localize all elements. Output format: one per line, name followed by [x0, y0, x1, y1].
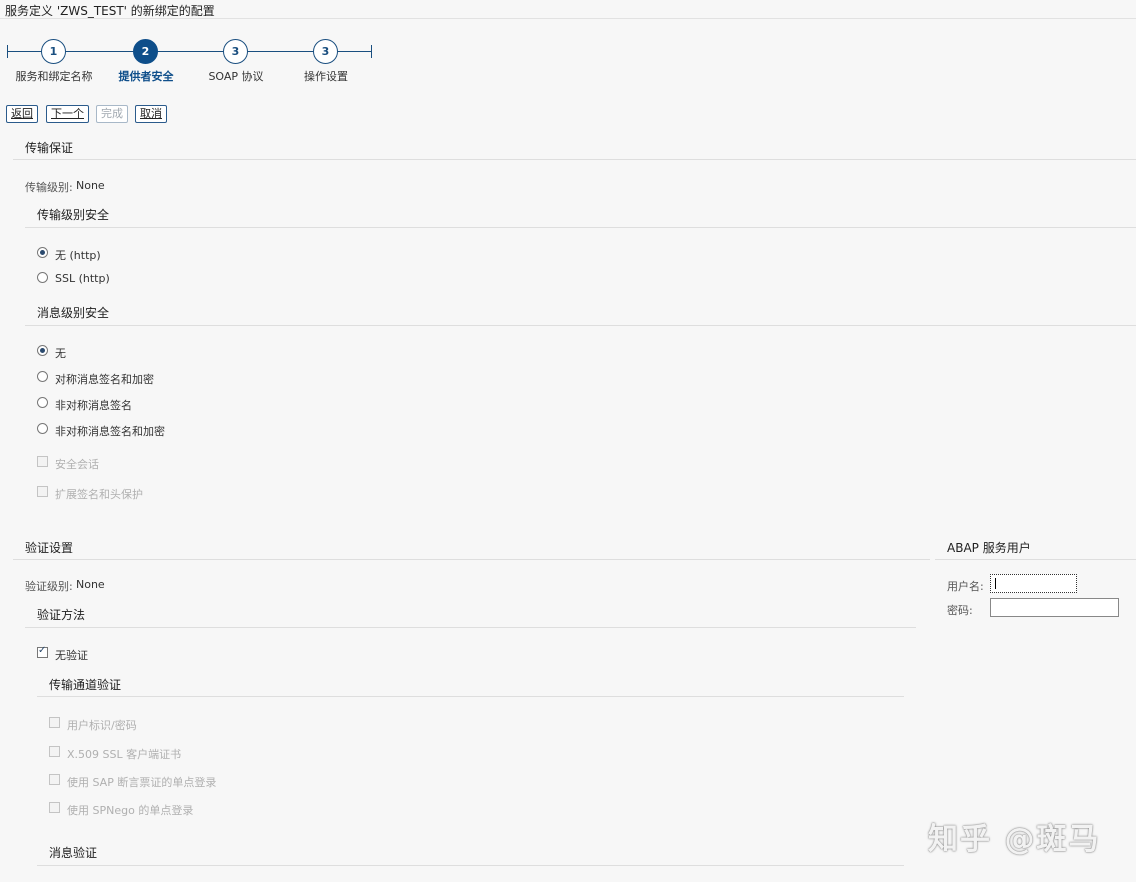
- transport-level-security-divider: [25, 227, 1136, 228]
- transport-ssl-label[interactable]: SSL (http): [55, 272, 110, 285]
- password-label: 密码:: [947, 604, 973, 617]
- abap-user-divider: [935, 559, 1136, 560]
- message-auth-divider: [37, 865, 904, 866]
- auth-method-divider: [25, 627, 916, 628]
- transport-none-label[interactable]: 无 (http): [55, 247, 101, 263]
- spnego-sso-label: 使用 SPNego 的单点登录: [67, 804, 194, 817]
- roadmap-step-1-label: 服务和绑定名称: [15, 70, 93, 83]
- x509-cert-checkbox[interactable]: [49, 746, 60, 757]
- finish-button[interactable]: 完成: [96, 105, 128, 123]
- extended-signature-checkbox[interactable]: [37, 486, 48, 497]
- userid-password-checkbox[interactable]: [49, 717, 60, 728]
- roadmap-step-3-label: SOAP 协议: [208, 70, 264, 83]
- extended-signature-label: 扩展签名和头保护: [55, 488, 143, 501]
- transport-level-security-header: 传输级别安全: [37, 208, 110, 222]
- window-title-bar: 服务定义 'ZWS_TEST' 的新绑定的配置: [0, 0, 1136, 19]
- message-asym-sign-label[interactable]: 非对称消息签名: [55, 397, 132, 413]
- sap-logon-ticket-checkbox[interactable]: [49, 774, 60, 785]
- secure-session-label: 安全会话: [55, 458, 99, 471]
- zhihu-watermark: 知乎 @斑马: [928, 822, 1101, 857]
- window-title: 服务定义 'ZWS_TEST' 的新绑定的配置: [5, 4, 215, 18]
- auth-level-value: None: [76, 578, 105, 591]
- spnego-sso-checkbox[interactable]: [49, 802, 60, 813]
- message-none-label[interactable]: 无: [55, 345, 66, 361]
- roadmap-step-4-label: 操作设置: [304, 70, 348, 83]
- transport-channel-auth-divider: [37, 696, 904, 697]
- message-security-divider: [25, 325, 1136, 326]
- message-asym-sign-encrypt-radio[interactable]: [37, 423, 48, 434]
- cancel-button[interactable]: 取消: [135, 105, 167, 123]
- message-asym-sign-radio[interactable]: [37, 397, 48, 408]
- username-input[interactable]: [990, 574, 1077, 593]
- back-button[interactable]: 返回: [6, 105, 38, 123]
- username-label: 用户名:: [947, 580, 984, 593]
- auth-level-label: 验证级别:: [25, 580, 73, 593]
- transport-ssl-radio[interactable]: [37, 272, 48, 283]
- transport-level-value: None: [76, 179, 105, 192]
- next-button[interactable]: 下一个: [46, 105, 89, 123]
- abap-user-header: ABAP 服务用户: [947, 541, 1031, 555]
- message-symmetric-label[interactable]: 对称消息签名和加密: [55, 371, 154, 387]
- auth-header: 验证设置: [25, 541, 74, 555]
- roadmap-step-2[interactable]: 2: [133, 39, 158, 64]
- roadmap-step-4[interactable]: 3: [313, 39, 338, 64]
- userid-password-label: 用户标识/密码: [67, 719, 137, 732]
- message-security-header: 消息级别安全: [37, 306, 110, 320]
- message-none-radio[interactable]: [37, 345, 48, 356]
- roadmap-step-2-label: 提供者安全: [118, 70, 174, 83]
- roadmap-step-3[interactable]: 3: [223, 39, 248, 64]
- message-asym-sign-encrypt-label[interactable]: 非对称消息签名和加密: [55, 423, 165, 439]
- no-auth-checkbox[interactable]: [37, 645, 48, 658]
- transport-header: 传输保证: [25, 141, 74, 155]
- transport-none-radio[interactable]: [37, 247, 48, 258]
- roadmap-step-1[interactable]: 1: [41, 39, 66, 64]
- roadmap-end-cap: [371, 45, 372, 58]
- auth-method-header: 验证方法: [37, 608, 86, 622]
- text-caret: [995, 578, 996, 589]
- sap-logon-ticket-label: 使用 SAP 断言票证的单点登录: [67, 776, 217, 789]
- password-input[interactable]: [990, 598, 1119, 617]
- transport-channel-auth-header: 传输通道验证: [49, 678, 122, 692]
- secure-session-checkbox[interactable]: [37, 456, 48, 467]
- auth-divider: [13, 559, 930, 560]
- message-symmetric-radio[interactable]: [37, 371, 48, 382]
- no-auth-label[interactable]: 无验证: [55, 647, 88, 663]
- message-auth-header: 消息验证: [49, 846, 98, 860]
- x509-cert-label: X.509 SSL 客户端证书: [67, 748, 182, 761]
- transport-divider: [13, 159, 1136, 160]
- transport-level-label: 传输级别:: [25, 181, 73, 194]
